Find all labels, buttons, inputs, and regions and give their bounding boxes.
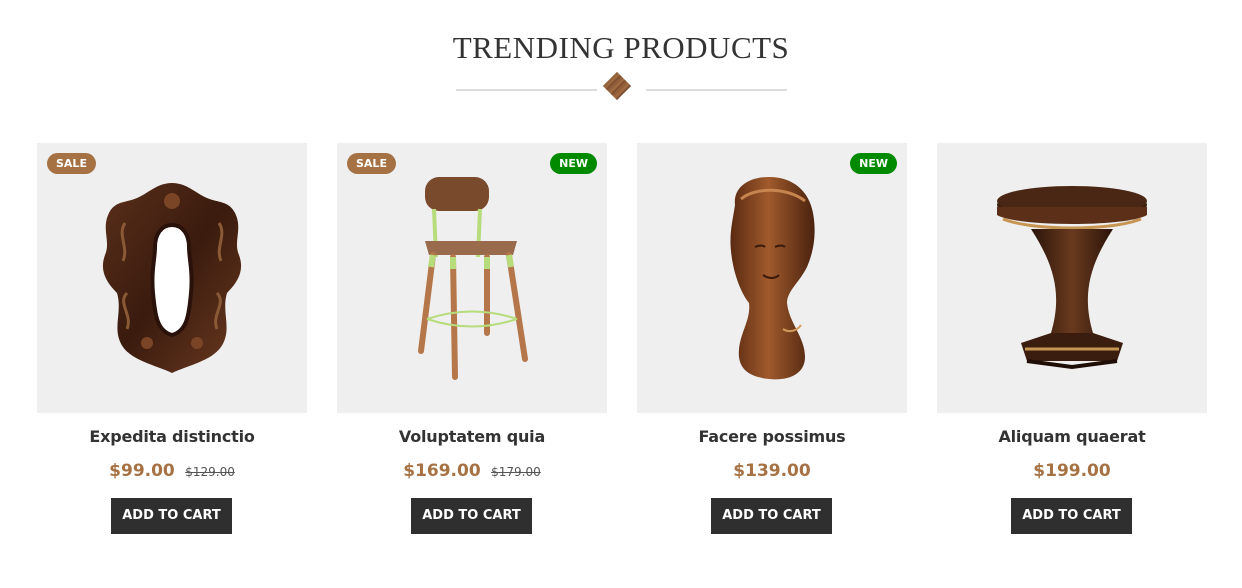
divider-line-left <box>456 89 597 91</box>
product-card: SALE Expedita distinctio $99.00 $129.00 … <box>37 143 307 543</box>
product-image-link[interactable]: NEW <box>637 143 907 413</box>
product-prices: $139.00 <box>637 461 907 481</box>
section-title: TRENDING PRODUCTS <box>452 30 790 65</box>
wood-bust-sculpture-image <box>730 177 815 380</box>
product-old-price: $179.00 <box>491 465 541 479</box>
add-to-cart-button[interactable]: ADD TO CART <box>1011 498 1132 534</box>
sale-badge: SALE <box>47 153 96 174</box>
product-prices: $199.00 <box>937 461 1207 481</box>
product-prices: $99.00 $129.00 <box>37 461 307 481</box>
product-card: Aliquam quaerat $199.00 ADD TO CART <box>937 143 1207 543</box>
product-price: $199.00 <box>1033 461 1111 481</box>
ornate-mirror-image <box>102 183 242 373</box>
title-divider <box>456 71 787 103</box>
product-old-price: $129.00 <box>185 465 235 479</box>
add-to-cart-button[interactable]: ADD TO CART <box>411 498 532 534</box>
product-name[interactable]: Facere possimus <box>637 427 907 446</box>
product-price: $169.00 <box>403 461 481 481</box>
product-grid: SALE Expedita distinctio $99.00 $129.00 … <box>37 143 1207 543</box>
product-card: SALE NEW Voluptatem quia $169.00 $179.00… <box>337 143 607 543</box>
product-image-link[interactable]: SALE <box>37 143 307 413</box>
product-prices: $169.00 $179.00 <box>337 461 607 481</box>
diamond-ornament-icon <box>602 71 632 101</box>
bar-stool-image <box>418 177 528 380</box>
new-badge: NEW <box>850 153 897 174</box>
product-image-link[interactable]: SALE NEW <box>337 143 607 413</box>
product-card: NEW Facere possimus $139.00 ADD TO CART <box>637 143 907 543</box>
pedestal-table-image <box>997 186 1147 370</box>
product-price: $99.00 <box>109 461 175 481</box>
product-name[interactable]: Expedita distinctio <box>37 427 307 446</box>
new-badge: NEW <box>550 153 597 174</box>
product-image-link[interactable] <box>937 143 1207 413</box>
product-name[interactable]: Voluptatem quia <box>337 427 607 446</box>
add-to-cart-button[interactable]: ADD TO CART <box>111 498 232 534</box>
add-to-cart-button[interactable]: ADD TO CART <box>711 498 832 534</box>
product-name[interactable]: Aliquam quaerat <box>937 427 1207 446</box>
divider-line-right <box>646 89 787 91</box>
product-price: $139.00 <box>733 461 811 481</box>
sale-badge: SALE <box>347 153 396 174</box>
